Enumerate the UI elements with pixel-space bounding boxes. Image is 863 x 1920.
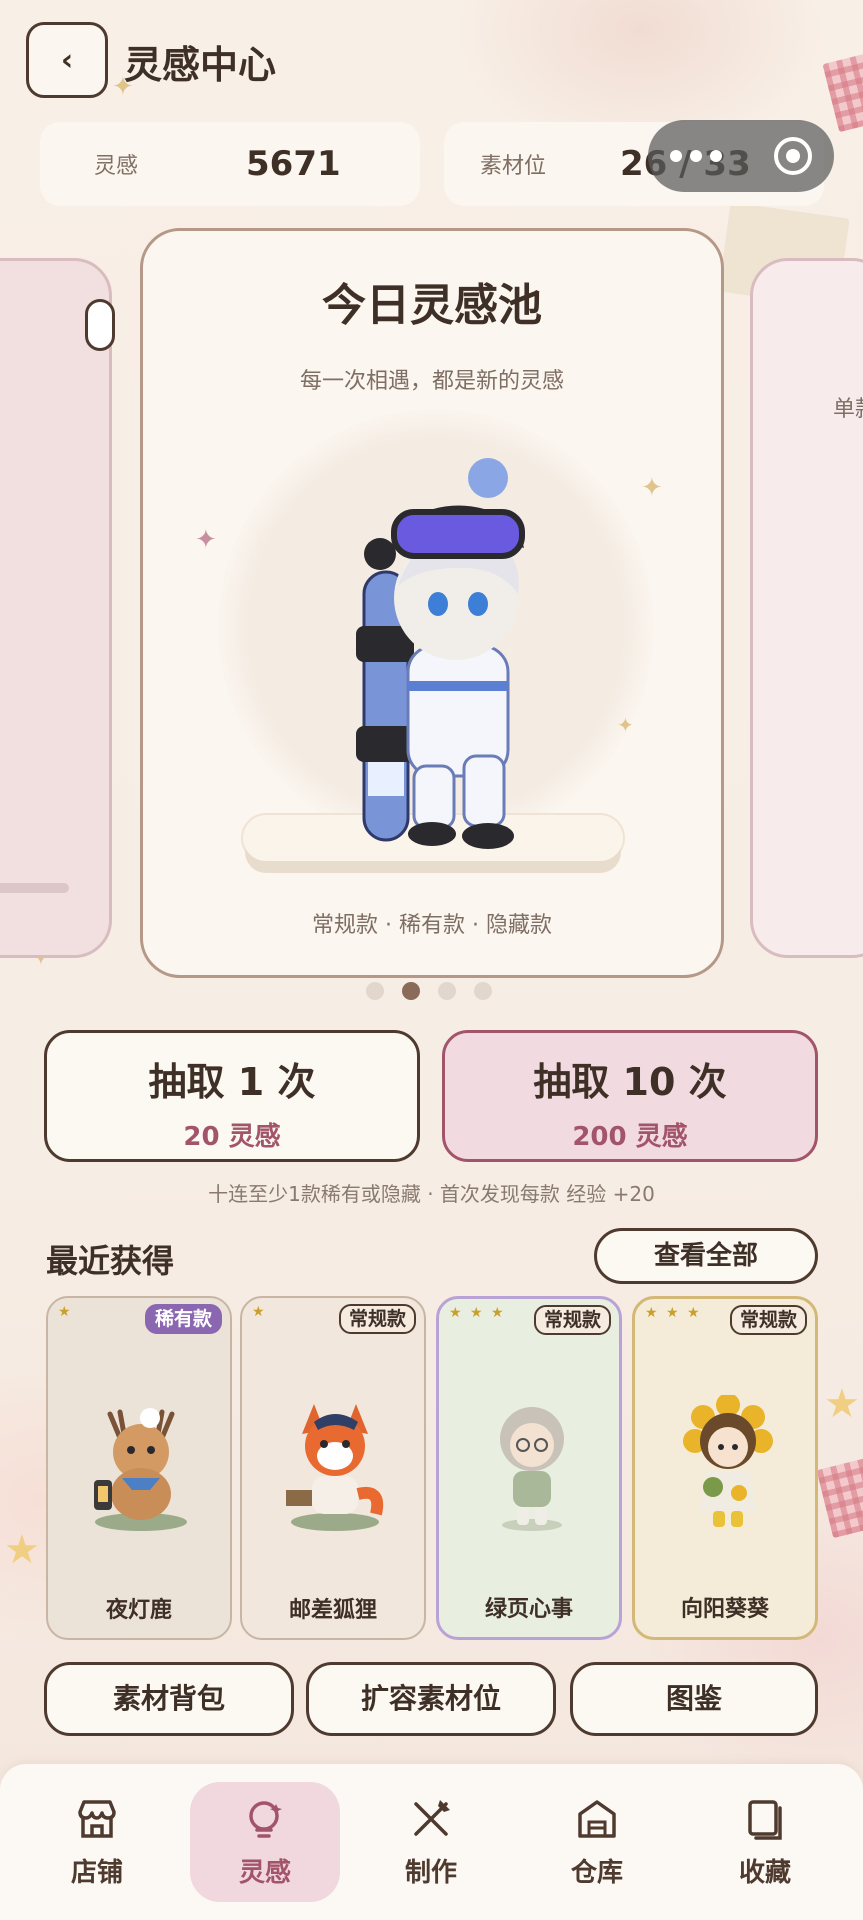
tab-inspiration[interactable]: 灵感: [190, 1764, 340, 1920]
rarity-stars: ★ ★ ★: [449, 1305, 506, 1321]
draw-ten-button[interactable]: 抽取 10 次 200 灵感: [442, 1030, 818, 1162]
rarity-tag: 常规款: [729, 1305, 807, 1335]
rarity-tag: 常规款: [533, 1305, 611, 1335]
recent-item-card[interactable]: ★ 稀有款 夜灯鹿: [46, 1296, 232, 1640]
tab-label: 店铺: [70, 1858, 123, 1888]
draw-once-cost: 20 灵感: [183, 1122, 281, 1152]
rarity-tag: 稀有款: [144, 1304, 222, 1334]
tab-store[interactable]: 店铺: [22, 1764, 172, 1920]
store-icon: [78, 1800, 116, 1838]
draw-once-title: 抽取 1 次: [148, 1060, 316, 1104]
draw-once-button[interactable]: 抽取 1 次 20 灵感: [44, 1030, 420, 1162]
tools-icon: [414, 1800, 450, 1836]
recent-item-card[interactable]: ★ ★ ★ 常规款 绿页心事: [436, 1296, 622, 1640]
draw-hint: 十连至少1款稀有或隐藏 · 首次发现每款 经验 +20: [208, 1182, 655, 1206]
night-lamp-deer-image: [94, 1408, 187, 1531]
recent-item-card[interactable]: ★ 常规款 邮差狐狸: [240, 1296, 426, 1640]
page-title: 灵感中心: [124, 43, 277, 87]
pool-rarity-footer: 常规款 · 稀有款 · 隐藏款: [312, 913, 552, 938]
rarity-stars: ★: [252, 1304, 267, 1320]
rarity-stars: ★ ★ ★: [645, 1305, 702, 1321]
pool-card[interactable]: 今日灵感池 每一次相遇，都是新的灵感 ✦ ✦ ✦ 常规款 · 稀有款 · 隐藏款: [140, 228, 724, 978]
draw-ten-title: 抽取 10 次: [533, 1060, 727, 1104]
collection-book-button[interactable]: 图鉴: [570, 1662, 818, 1736]
expand-slots-button[interactable]: 扩容素材位: [306, 1662, 556, 1736]
tab-label: 收藏: [738, 1858, 791, 1888]
card-bar: [0, 883, 69, 893]
view-all-button[interactable]: 查看全部: [594, 1228, 818, 1284]
inspiration-stat: 灵感 5671: [40, 122, 420, 206]
recent-section-title: 最近获得: [46, 1242, 175, 1280]
pool-subtitle: 每一次相遇，都是新的灵感: [299, 369, 564, 394]
close-target-icon[interactable]: [774, 137, 812, 175]
chevron-left-icon: ‹: [60, 42, 74, 78]
material-bag-button[interactable]: 素材背包: [44, 1662, 294, 1736]
tab-warehouse[interactable]: 仓库: [522, 1764, 672, 1920]
tab-label: 仓库: [570, 1858, 623, 1888]
sunflower-girl-image: [683, 1395, 773, 1527]
item-name: 绿页心事: [484, 1597, 573, 1622]
page-dot[interactable]: [438, 982, 456, 1000]
green-page-girl-image: [500, 1407, 564, 1531]
stat-label: 素材位: [480, 154, 547, 179]
mini-program-capsule[interactable]: [648, 120, 834, 192]
rarity-stars: ★: [58, 1304, 73, 1320]
sparkle-icon: ✦: [641, 473, 663, 503]
star-icon: ★: [824, 1381, 860, 1427]
tab-label: 制作: [404, 1858, 457, 1888]
stat-label: 灵感: [94, 154, 139, 179]
page-dot-active[interactable]: [402, 982, 420, 1000]
collection-icon: [748, 1800, 782, 1840]
item-name: 夜灯鹿: [105, 1598, 172, 1623]
page-dot[interactable]: [366, 982, 384, 1000]
rarity-tag: 常规款: [338, 1304, 416, 1334]
sparkle-icon: ✦: [195, 525, 217, 555]
item-name: 邮差狐狸: [288, 1598, 377, 1623]
recent-item-card[interactable]: ★ ★ ★ 常规款 向阳葵葵: [632, 1296, 818, 1640]
bottom-tab-bar: 店铺 灵感 制作 仓库 收藏: [0, 1764, 863, 1920]
postman-fox-image: [286, 1404, 384, 1531]
tab-craft[interactable]: 制作: [356, 1764, 506, 1920]
more-icon[interactable]: [670, 150, 722, 162]
tab-label: 灵感: [238, 1858, 291, 1888]
lightbulb-icon: [249, 1801, 282, 1838]
card-handle: [85, 299, 115, 351]
prev-pool-card[interactable]: [0, 258, 115, 958]
back-button[interactable]: ‹: [26, 22, 108, 98]
star-icon: ★: [4, 1527, 40, 1573]
next-card-text: 单款: [833, 397, 863, 422]
stat-value: 5671: [246, 144, 341, 184]
next-pool-card[interactable]: 单款: [750, 258, 863, 958]
carousel-pagination: [366, 982, 492, 1000]
draw-ten-cost: 200 灵感: [572, 1122, 688, 1152]
sparkle-icon: ✦: [617, 713, 634, 737]
warehouse-icon: [578, 1800, 616, 1838]
page-dot[interactable]: [474, 982, 492, 1000]
snowboarder-figure-image: [356, 458, 525, 849]
tab-favorites[interactable]: 收藏: [690, 1764, 840, 1920]
pool-title: 今日灵感池: [322, 280, 542, 331]
item-name: 向阳葵葵: [680, 1597, 769, 1622]
